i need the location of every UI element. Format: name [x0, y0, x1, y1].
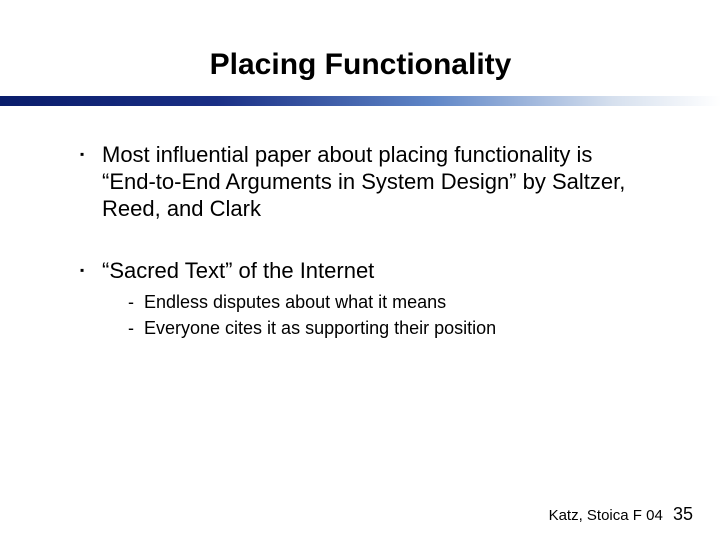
- bullet-item: ▪ “Sacred Text” of the Internet: [80, 258, 651, 285]
- bullet-marker-icon: ▪: [80, 258, 102, 282]
- page-number: 35: [673, 504, 693, 524]
- footer-credit: Katz, Stoica F 04: [549, 507, 663, 524]
- slide-title: Placing Functionality: [0, 48, 721, 82]
- sub-bullet-marker-icon: -: [128, 317, 144, 340]
- slide-content: ▪ Most influential paper about placing f…: [0, 106, 721, 340]
- slide-footer: Katz, Stoica F 04 35: [549, 504, 693, 525]
- bullet-text: Most influential paper about placing fun…: [102, 142, 651, 222]
- sub-bullet-list: - Endless disputes about what it means -…: [128, 291, 651, 340]
- slide: Placing Functionality ▪ Most influential…: [0, 0, 721, 541]
- title-divider-bar: [0, 96, 721, 106]
- bullet-item: ▪ Most influential paper about placing f…: [80, 142, 651, 222]
- sub-bullet-text: Everyone cites it as supporting their po…: [144, 317, 496, 340]
- sub-bullet-marker-icon: -: [128, 291, 144, 314]
- bullet-text: “Sacred Text” of the Internet: [102, 258, 374, 285]
- sub-bullet-text: Endless disputes about what it means: [144, 291, 446, 314]
- sub-bullet-item: - Everyone cites it as supporting their …: [128, 317, 651, 340]
- bullet-marker-icon: ▪: [80, 142, 102, 166]
- sub-bullet-item: - Endless disputes about what it means: [128, 291, 651, 314]
